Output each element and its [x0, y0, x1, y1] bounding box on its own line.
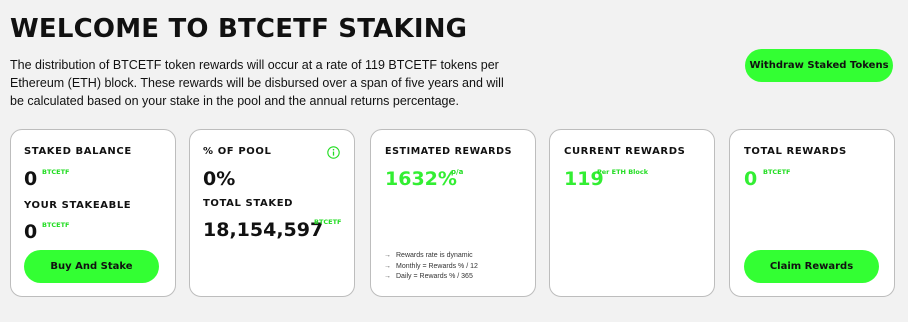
total-staked-unit: BTCETF: [314, 218, 342, 226]
arrow-right-icon: →: [384, 252, 391, 259]
estimated-rewards-title: ESTIMATED REWARDS: [385, 146, 513, 157]
estimated-rewards-suffix: p/a: [451, 168, 464, 176]
arrow-right-icon: →: [384, 262, 391, 270]
total-rewards-card: TOTAL REWARDS 0 BTCETF Claim Rewards: [729, 129, 895, 297]
arrow-right-icon: →: [384, 273, 391, 280]
pool-card: % OF POOL 0% TOTAL STAKED 18,154,597 BTC…: [189, 129, 355, 297]
intro-text: The distribution of BTCETF token rewards…: [10, 58, 504, 108]
stakeable-unit: BTCETF: [42, 221, 70, 229]
current-rewards-card: CURRENT REWARDS 119 Per ETH Block: [549, 129, 715, 297]
pool-title: % OF POOL: [203, 146, 272, 157]
staked-balance-value: 0: [24, 168, 38, 190]
current-rewards-title: CURRENT REWARDS: [564, 146, 686, 157]
rewards-note: → Monthly = Rewards % / 12: [384, 262, 478, 273]
current-rewards-unit: Per ETH Block: [597, 168, 649, 176]
staked-balance-title: STAKED BALANCE: [24, 146, 132, 157]
total-rewards-value: 0: [744, 168, 758, 190]
claim-rewards-button[interactable]: Claim Rewards: [744, 250, 879, 283]
estimated-rewards-value: 1632%: [385, 168, 457, 190]
info-circle-icon[interactable]: [327, 146, 340, 159]
buy-and-stake-button[interactable]: Buy And Stake: [24, 250, 159, 283]
pool-percent-value: 0%: [203, 168, 236, 190]
total-staked-value: 18,154,597: [203, 219, 324, 241]
estimated-rewards-card: ESTIMATED REWARDS 1632% p/a → Rewards rat…: [370, 129, 536, 297]
staked-balance-card: STAKED BALANCE 0 BTCETF YOUR STAKEABLE 0…: [10, 129, 176, 297]
rewards-note: → Daily = Rewards % / 365: [384, 272, 478, 283]
rewards-notes-list: → Rewards rate is dynamic → Monthly = Rewa…: [384, 251, 478, 283]
stakeable-title: YOUR STAKEABLE: [24, 200, 132, 211]
stakeable-value: 0: [24, 221, 38, 243]
withdraw-staked-tokens-button[interactable]: Withdraw Staked Tokens: [745, 49, 893, 82]
total-rewards-title: TOTAL REWARDS: [744, 146, 847, 157]
page-title: WELCOME TO BTCETF STAKING: [10, 14, 468, 44]
total-rewards-unit: BTCETF: [763, 168, 791, 176]
total-staked-title: TOTAL STAKED: [203, 198, 294, 209]
staked-balance-unit: BTCETF: [42, 168, 70, 176]
rewards-note: → Rewards rate is dynamic: [384, 251, 478, 262]
